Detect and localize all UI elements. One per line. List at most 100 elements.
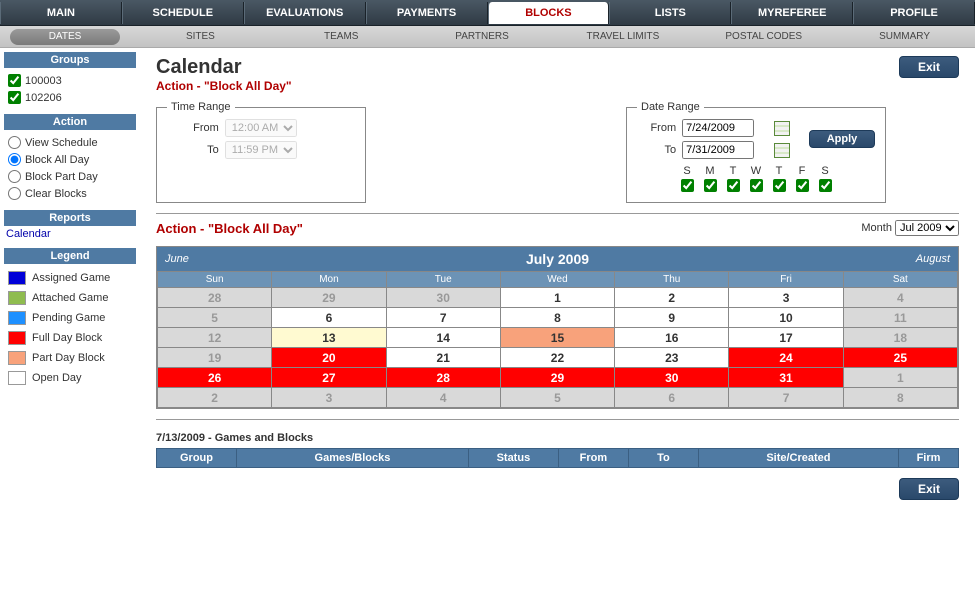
subnav-item[interactable]: SUMMARY [834,31,975,42]
cal-day[interactable]: 25 [843,348,957,368]
cal-day[interactable]: 9 [615,308,729,328]
legend-label: Open Day [32,372,82,384]
cal-day[interactable]: 8 [500,308,614,328]
cal-day[interactable]: 6 [272,308,386,328]
date-from-input[interactable] [682,119,754,137]
cal-day[interactable]: 5 [500,388,614,408]
dow-checkbox[interactable]: M [704,165,717,192]
cal-day[interactable]: 23 [615,348,729,368]
checkbox-icon[interactable] [704,179,717,192]
radio-icon[interactable] [8,187,21,200]
radio-icon[interactable] [8,170,21,183]
date-to-input[interactable] [682,141,754,159]
cal-day[interactable]: 31 [729,368,843,388]
cal-day[interactable]: 2 [158,388,272,408]
radio-icon[interactable] [8,153,21,166]
nav-main[interactable]: MAIN [0,2,122,24]
apply-button[interactable]: Apply [809,130,875,148]
checkbox-icon[interactable] [773,179,786,192]
exit-button-bottom[interactable]: Exit [899,478,959,500]
dow-checkbox[interactable]: T [773,165,786,192]
cal-day[interactable]: 13 [272,328,386,348]
action-radio[interactable]: Clear Blocks [8,185,136,202]
subnav-item[interactable]: TRAVEL LIMITS [552,31,693,42]
cal-day[interactable]: 21 [386,348,500,368]
cal-day[interactable]: 29 [500,368,614,388]
subnav-item[interactable]: POSTAL CODES [693,31,834,42]
calendar-icon[interactable] [774,121,790,136]
month-select[interactable]: Jul 2009 [895,220,959,236]
time-from-select[interactable]: 12:00 AM [225,119,297,137]
group-checkbox[interactable]: 100003 [8,72,136,89]
calendar-icon[interactable] [774,143,790,158]
action-radio[interactable]: Block All Day [8,151,136,168]
cal-day[interactable]: 14 [386,328,500,348]
cal-day[interactable]: 10 [729,308,843,328]
cal-day[interactable]: 28 [158,288,272,308]
cal-day[interactable]: 11 [843,308,957,328]
cal-day[interactable]: 12 [158,328,272,348]
cal-day[interactable]: 8 [843,388,957,408]
dow-checkbox[interactable]: T [727,165,740,192]
action-radio[interactable]: View Schedule [8,134,136,151]
radio-icon[interactable] [8,136,21,149]
checkbox-icon[interactable] [8,74,21,87]
cal-day[interactable]: 17 [729,328,843,348]
cal-day[interactable]: 3 [729,288,843,308]
dow-checkbox[interactable]: S [819,165,832,192]
cal-day[interactable]: 3 [272,388,386,408]
dow-checkbox[interactable]: W [750,165,763,192]
cal-day[interactable]: 5 [158,308,272,328]
cal-day[interactable]: 27 [272,368,386,388]
checkbox-icon[interactable] [796,179,809,192]
subnav-active-pill[interactable]: DATES [10,29,120,45]
next-month-link[interactable]: August [888,253,958,265]
cal-day[interactable]: 20 [272,348,386,368]
checkbox-icon[interactable] [750,179,763,192]
nav-blocks[interactable]: BLOCKS [488,2,610,24]
cal-day[interactable]: 2 [615,288,729,308]
cal-day[interactable]: 30 [386,288,500,308]
legend-item: Part Day Block [8,348,136,368]
cal-day[interactable]: 1 [500,288,614,308]
cal-day[interactable]: 7 [386,308,500,328]
time-to-select[interactable]: 11:59 PM [225,141,297,159]
cal-day[interactable]: 15 [500,328,614,348]
from-label: From [167,122,219,134]
checkbox-icon[interactable] [681,179,694,192]
action-radio[interactable]: Block Part Day [8,168,136,185]
nav-evaluations[interactable]: EVALUATIONS [244,2,366,24]
cal-day[interactable]: 4 [843,288,957,308]
exit-button-top[interactable]: Exit [899,56,959,78]
reports-link-calendar[interactable]: Calendar [4,226,136,246]
checkbox-icon[interactable] [819,179,832,192]
cal-day[interactable]: 30 [615,368,729,388]
group-checkbox[interactable]: 102206 [8,89,136,106]
cal-day[interactable]: 16 [615,328,729,348]
cal-day[interactable]: 1 [843,368,957,388]
subnav-item[interactable]: SITES [130,31,271,42]
subnav-item[interactable]: PARTNERS [412,31,553,42]
nav-myreferee[interactable]: MYREFEREE [731,2,853,24]
subnav-item[interactable]: TEAMS [271,31,412,42]
prev-month-link[interactable]: June [157,253,227,265]
checkbox-icon[interactable] [8,91,21,104]
cal-day[interactable]: 22 [500,348,614,368]
nav-schedule[interactable]: SCHEDULE [122,2,244,24]
nav-profile[interactable]: PROFILE [853,2,975,24]
cal-day[interactable]: 19 [158,348,272,368]
checkbox-icon[interactable] [727,179,740,192]
legend-item: Attached Game [8,288,136,308]
nav-lists[interactable]: LISTS [609,2,731,24]
cal-day[interactable]: 7 [729,388,843,408]
nav-payments[interactable]: PAYMENTS [366,2,488,24]
cal-day[interactable]: 18 [843,328,957,348]
dow-checkbox[interactable]: S [681,165,694,192]
cal-day[interactable]: 4 [386,388,500,408]
dow-checkbox[interactable]: F [796,165,809,192]
cal-day[interactable]: 26 [158,368,272,388]
cal-day[interactable]: 29 [272,288,386,308]
cal-day[interactable]: 28 [386,368,500,388]
cal-day[interactable]: 24 [729,348,843,368]
cal-day[interactable]: 6 [615,388,729,408]
